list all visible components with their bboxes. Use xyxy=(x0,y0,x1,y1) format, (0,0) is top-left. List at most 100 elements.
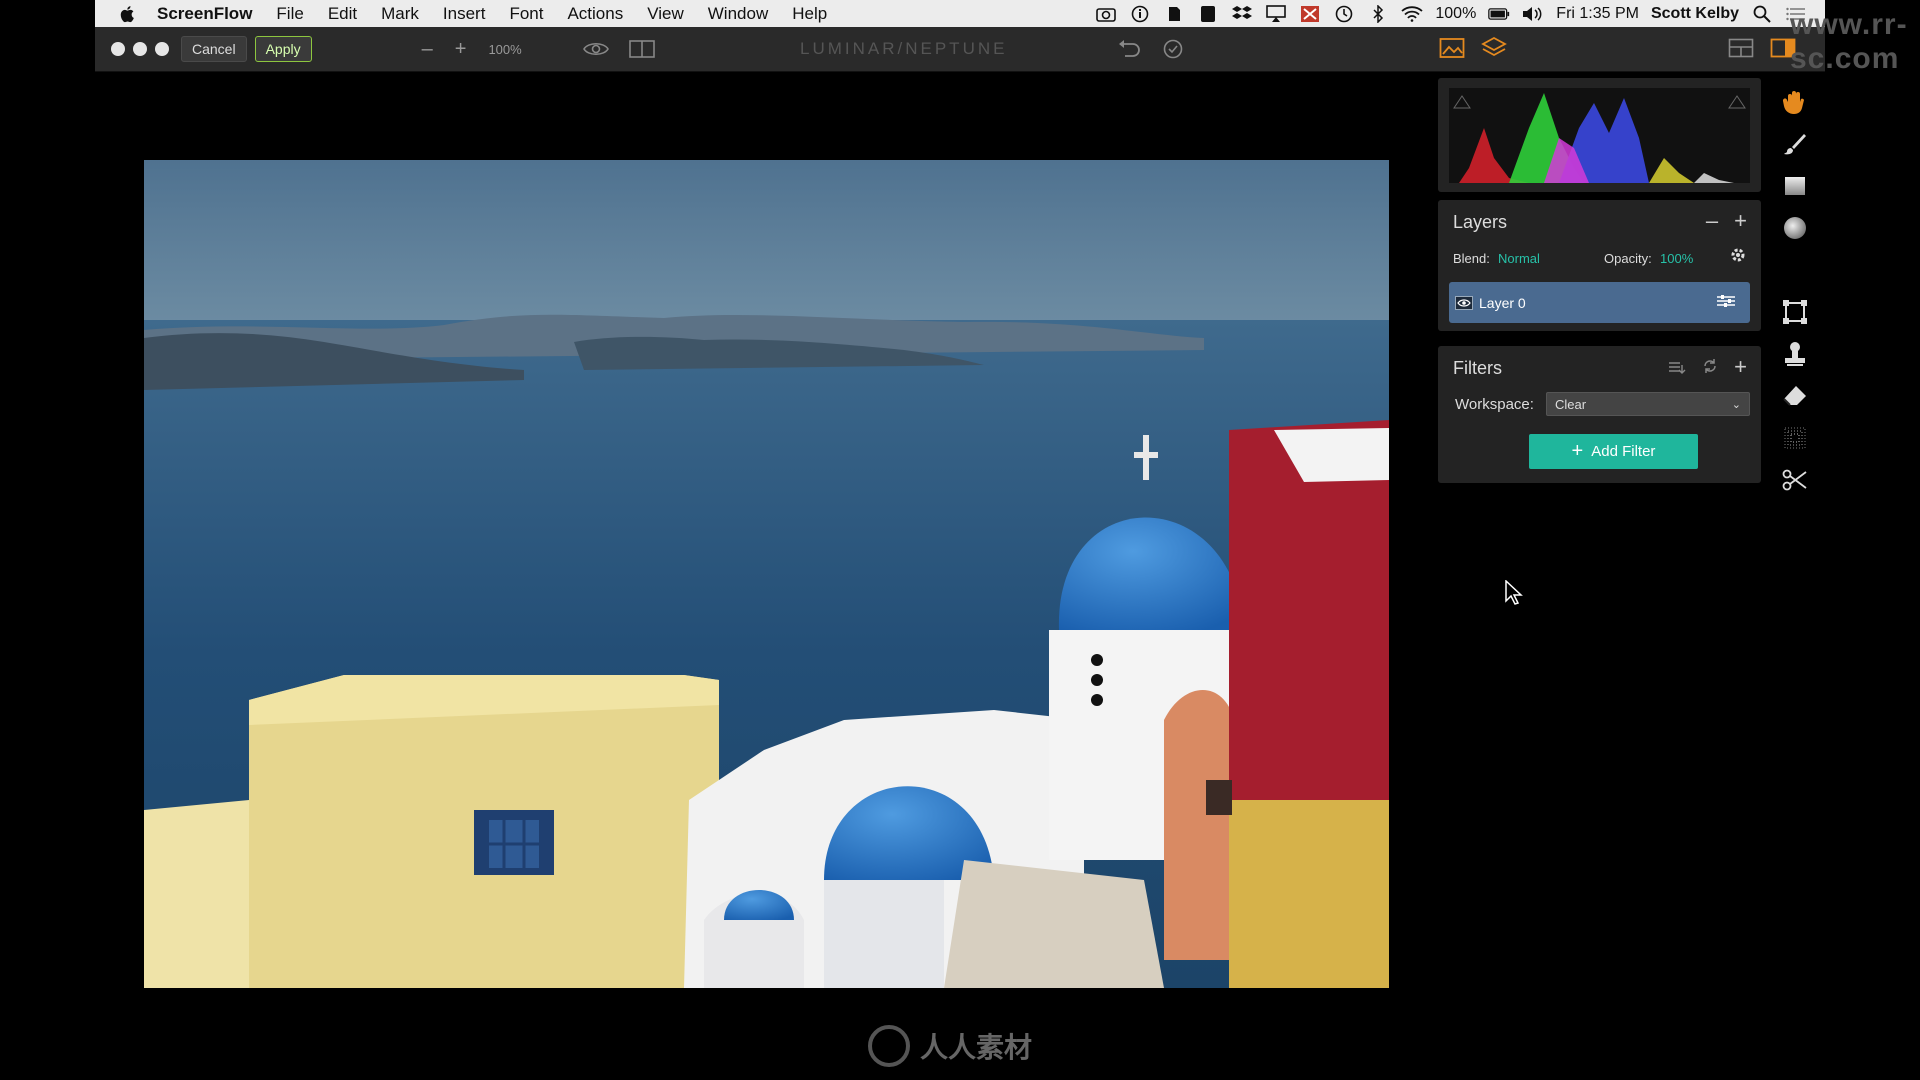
histogram-white xyxy=(1694,173,1734,183)
layer-name[interactable]: Layer 0 xyxy=(1479,295,1526,311)
apple-icon[interactable] xyxy=(117,4,139,24)
sky xyxy=(144,160,1389,340)
preview-eye-icon[interactable] xyxy=(582,37,610,61)
plus-icon: + xyxy=(1571,440,1584,462)
apply-button[interactable]: Apply xyxy=(254,36,312,62)
layers-toggle-icon[interactable] xyxy=(1480,36,1508,60)
menu-file[interactable]: File xyxy=(276,4,303,24)
mouse-cursor xyxy=(1505,580,1523,605)
filters-actions: + xyxy=(1668,354,1747,380)
menu-window[interactable]: Window xyxy=(708,4,768,24)
crop-icon[interactable] xyxy=(1775,296,1815,328)
stamp-icon[interactable] xyxy=(1775,338,1815,370)
menu-mark[interactable]: Mark xyxy=(381,4,419,24)
watermark-logo-text: 人人素材 xyxy=(920,1032,1033,1063)
watermark-corner-text: www.rr-sc.com xyxy=(1790,8,1908,75)
menu-bar: ScreenFlow File Edit Mark Insert Font Ac… xyxy=(95,0,1825,27)
zoom-controls: – + 100% xyxy=(422,38,522,61)
info-icon[interactable] xyxy=(1129,5,1151,23)
compare-split-icon[interactable] xyxy=(628,37,656,61)
menu-view[interactable]: View xyxy=(647,4,684,24)
workspace-label: Workspace: xyxy=(1455,396,1534,413)
histogram-toggle-icon[interactable] xyxy=(1438,36,1466,60)
add-filter-button[interactable]: + Add Filter xyxy=(1529,434,1698,469)
gradient-icon[interactable] xyxy=(1775,170,1815,202)
filters-panel: Filters + Workspace: Clear ⌄ + Add Filte… xyxy=(1438,346,1761,483)
radial-icon[interactable] xyxy=(1775,212,1815,244)
histogram xyxy=(1449,88,1750,183)
photo-canvas[interactable] xyxy=(144,160,1389,988)
add-filter-label: Add Filter xyxy=(1591,443,1656,460)
zoom-in-icon[interactable]: + xyxy=(455,38,467,61)
watermark-logo: 人人素材 xyxy=(868,1025,1032,1067)
blend-label: Blend: xyxy=(1453,251,1490,266)
eraser-icon[interactable] xyxy=(1775,380,1815,412)
transform-icon[interactable] xyxy=(1775,464,1815,496)
menu-app-name[interactable]: ScreenFlow xyxy=(157,4,252,24)
close-window-button[interactable] xyxy=(111,42,125,56)
history-controls xyxy=(1115,37,1187,61)
layer-visibility-icon[interactable] xyxy=(1455,295,1473,310)
dropbox-icon[interactable] xyxy=(1231,5,1253,23)
bluetooth-icon[interactable] xyxy=(1367,4,1389,23)
zoom-out-icon[interactable]: – xyxy=(422,38,433,61)
menu-help[interactable]: Help xyxy=(792,4,827,24)
cancel-button[interactable]: Cancel xyxy=(181,36,247,62)
filters-title: Filters xyxy=(1453,358,1502,378)
app-badge-icon[interactable] xyxy=(1197,5,1219,23)
noise-icon[interactable] xyxy=(1775,422,1815,454)
menu-insert[interactable]: Insert xyxy=(443,4,486,24)
camera-icon[interactable] xyxy=(1095,5,1117,23)
window-controls xyxy=(111,42,169,56)
histogram-yellow xyxy=(1649,158,1694,183)
layers-title: Layers xyxy=(1453,212,1508,232)
layer-settings-icon[interactable] xyxy=(1730,247,1746,266)
hand-icon[interactable] xyxy=(1775,86,1815,118)
remove-layer-icon[interactable]: – xyxy=(1706,208,1718,234)
app-toolbar: Cancel Apply – + 100% LUMINAR/NEPTUNE xyxy=(95,27,1825,72)
blocked-app-icon[interactable] xyxy=(1299,5,1321,23)
add-layer-icon[interactable]: + xyxy=(1734,208,1747,234)
minimize-window-button[interactable] xyxy=(133,42,147,56)
screen: ScreenFlow File Edit Mark Insert Font Ac… xyxy=(95,0,1825,1080)
menu-actions[interactable]: Actions xyxy=(567,4,623,24)
workspace-value: Clear xyxy=(1555,396,1587,412)
time-machine-icon[interactable] xyxy=(1333,5,1355,23)
chevron-down-icon: ⌄ xyxy=(1731,398,1741,411)
menu-edit[interactable]: Edit xyxy=(328,4,357,24)
layers-panel: Layers – + Blend: Normal Opacity: 100% L… xyxy=(1438,200,1761,331)
undo-icon[interactable] xyxy=(1115,37,1143,61)
filter-reset-icon[interactable] xyxy=(1702,354,1718,380)
evernote-icon[interactable] xyxy=(1163,5,1185,23)
layer-adjust-icon[interactable] xyxy=(1716,294,1736,311)
zoom-window-button[interactable] xyxy=(155,42,169,56)
app-title: LUMINAR/NEPTUNE xyxy=(800,39,1008,58)
workspace-select[interactable]: Clear ⌄ xyxy=(1546,392,1750,416)
histogram-panel xyxy=(1438,78,1761,192)
layer-row[interactable]: Layer 0 xyxy=(1449,282,1750,323)
airplay-icon[interactable] xyxy=(1265,4,1287,23)
opacity-value[interactable]: 100% xyxy=(1660,251,1693,266)
blend-mode-value[interactable]: Normal xyxy=(1498,251,1540,266)
panel-toggles-left xyxy=(1438,36,1508,60)
filter-list-icon[interactable] xyxy=(1668,354,1686,380)
menu-clock[interactable]: Fri 1:35 PM xyxy=(1556,5,1639,23)
zoom-level[interactable]: 100% xyxy=(488,42,521,57)
brush-icon[interactable] xyxy=(1775,128,1815,160)
battery-percent: 100% xyxy=(1435,4,1477,22)
battery-icon[interactable] xyxy=(1488,5,1510,23)
orange-wall xyxy=(1164,690,1234,960)
watermark-logo-mark xyxy=(868,1025,910,1067)
opacity-label: Opacity: xyxy=(1604,251,1652,266)
volume-icon[interactable] xyxy=(1522,5,1544,23)
layout-toggle-icon[interactable] xyxy=(1727,36,1755,60)
history-icon[interactable] xyxy=(1159,37,1187,61)
spotlight-icon[interactable] xyxy=(1751,5,1773,23)
panel-toggles-right xyxy=(1727,36,1797,60)
layers-actions: – + xyxy=(1706,208,1747,234)
wifi-icon[interactable] xyxy=(1401,5,1423,23)
menu-user[interactable]: Scott Kelby xyxy=(1651,5,1739,23)
menu-font[interactable]: Font xyxy=(509,4,543,24)
add-filter-plus-icon[interactable]: + xyxy=(1734,354,1747,380)
status-area: 100% Fri 1:35 PM Scott Kelby xyxy=(1095,4,1825,23)
